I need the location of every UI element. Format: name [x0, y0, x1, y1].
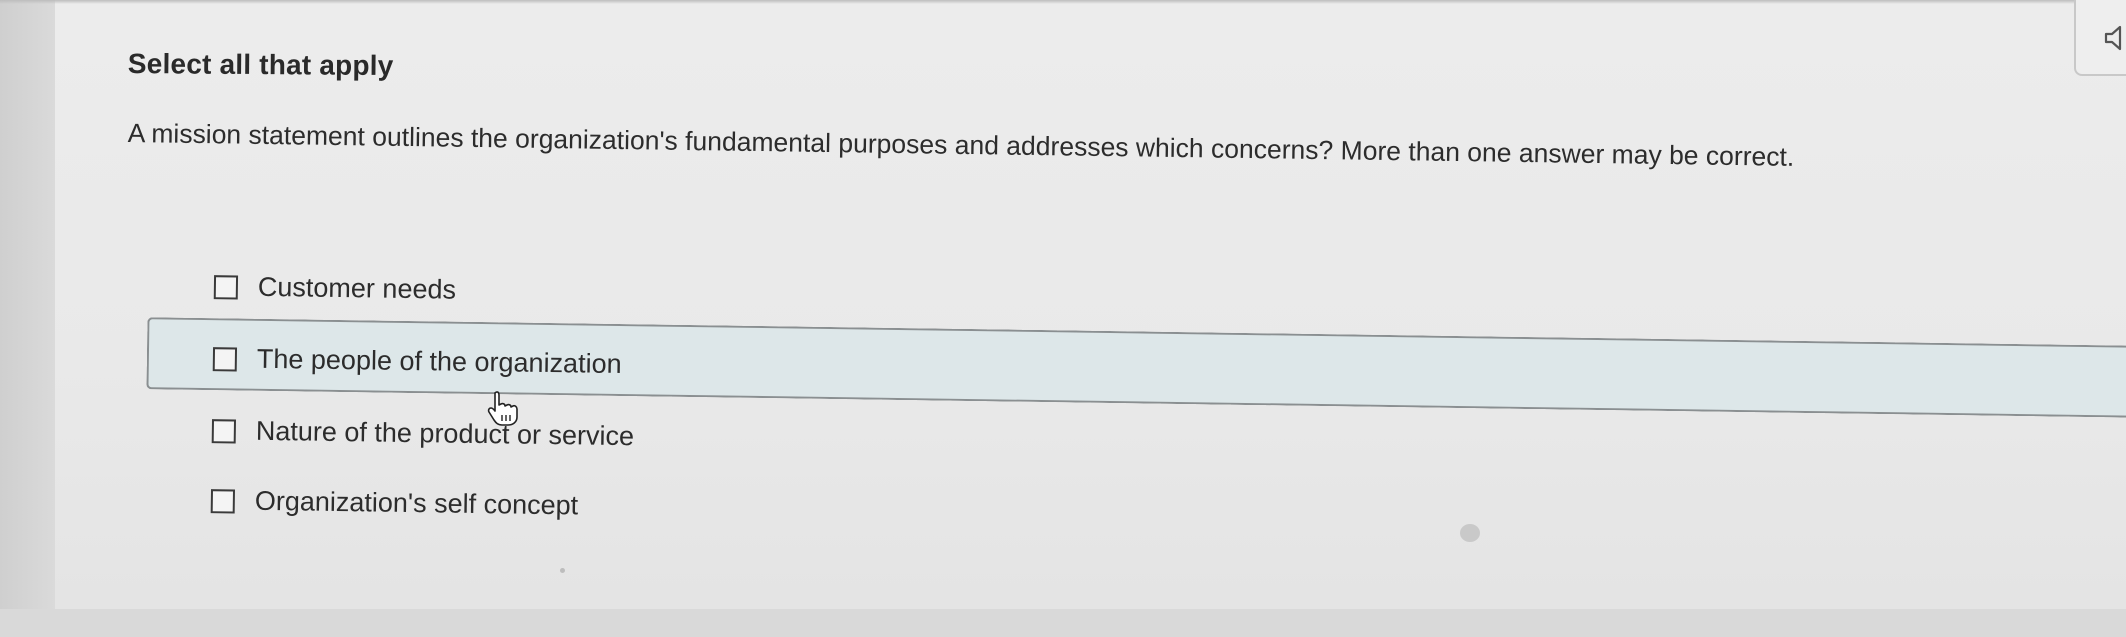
- option-label: The people of the organization: [256, 343, 622, 380]
- screen-speck: [560, 568, 565, 573]
- checkbox[interactable]: [211, 418, 237, 444]
- option-customer-needs[interactable]: Customer needs: [213, 271, 457, 305]
- checkbox[interactable]: [212, 346, 238, 372]
- option-nature-of-product[interactable]: Nature of the product or service: [211, 415, 635, 452]
- option-people-of-organization[interactable]: The people of the organization: [212, 343, 622, 380]
- option-self-concept[interactable]: Organization's self concept: [210, 485, 579, 521]
- option-label: Customer needs: [257, 271, 457, 305]
- screen-smudge: [1460, 524, 1480, 542]
- option-label: Nature of the product or service: [255, 415, 635, 452]
- checkbox[interactable]: [210, 488, 236, 514]
- hand-pointer-icon: [487, 391, 521, 432]
- option-label: Organization's self concept: [254, 485, 579, 521]
- checkbox[interactable]: [213, 274, 239, 300]
- answer-options: Customer needs The people of the organiz…: [0, 0, 2126, 637]
